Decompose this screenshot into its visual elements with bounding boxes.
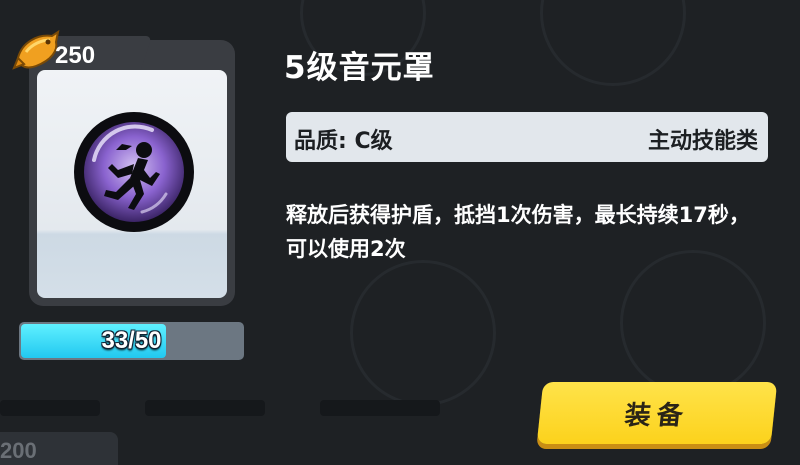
item-description: 释放后获得护盾，抵挡1次伤害，最长持续17秒，可以使用2次 xyxy=(286,203,750,261)
purple-orb-runner-icon xyxy=(74,112,194,232)
equip-button[interactable]: 装备 xyxy=(536,382,778,444)
category-label: 主动技能类 xyxy=(647,129,758,154)
bg-bar xyxy=(145,400,265,416)
quality-label: 品质: C级 xyxy=(294,129,393,154)
bg-bar xyxy=(320,400,440,416)
progress-count: 33/50 xyxy=(101,327,162,354)
item-title: 5级音元罩 xyxy=(284,50,435,86)
next-card-price: 200 xyxy=(0,438,37,463)
bg-circle xyxy=(620,250,766,396)
price-value: 250 xyxy=(55,42,96,69)
item-info-bar: 品质: C级 主动技能类 xyxy=(286,112,768,162)
collection-progress-bar: 33/50 xyxy=(19,322,244,360)
bg-bar xyxy=(0,400,100,416)
bg-circle xyxy=(350,260,496,406)
bg-circle xyxy=(540,0,686,86)
